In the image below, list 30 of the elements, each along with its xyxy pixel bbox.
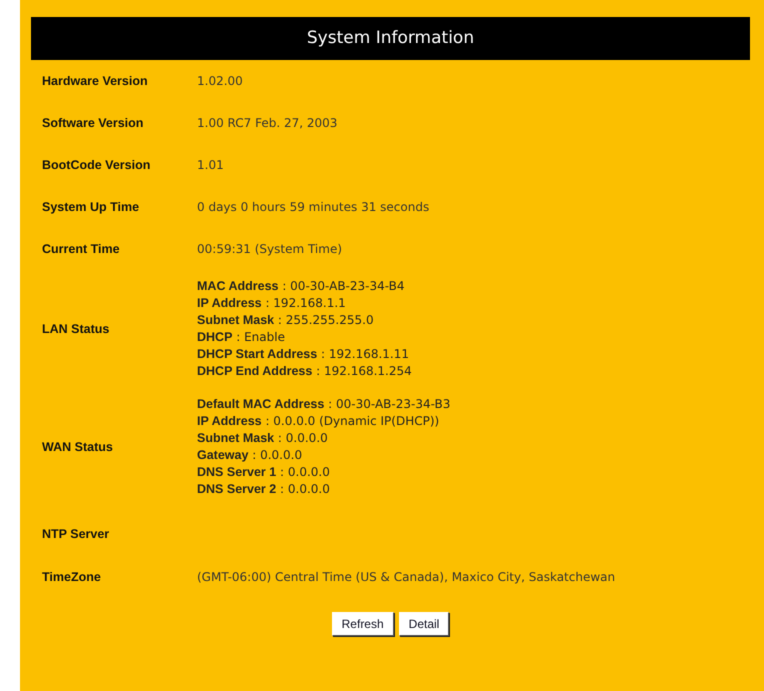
status-field: DHCP Start Address : 192.168.1.11 (197, 346, 412, 363)
row-label: Current Time (42, 242, 120, 256)
status-field: DHCP : Enable (197, 329, 412, 346)
row-label: Software Version (42, 116, 144, 130)
status-field: Gateway : 0.0.0.0 (197, 447, 450, 464)
row-value: 1.00 RC7 Feb. 27, 2003 (197, 115, 338, 132)
row-value: 0 days 0 hours 59 minutes 31 seconds (197, 199, 430, 216)
row-label: System Up Time (42, 200, 140, 214)
page-title: System Information (31, 17, 750, 60)
row-value: 1.02.00 (197, 73, 243, 90)
status-field: IP Address : 192.168.1.1 (197, 295, 412, 312)
row-value: 1.01 (197, 157, 224, 174)
row-label: BootCode Version (42, 158, 150, 172)
row-label: Hardware Version (42, 74, 148, 88)
status-field: DHCP End Address : 192.168.1.254 (197, 363, 412, 380)
status-field: Subnet Mask : 255.255.255.0 (197, 312, 412, 329)
status-field: IP Address : 0.0.0.0 (Dynamic IP(DHCP)) (197, 413, 450, 430)
status-field: MAC Address : 00-30-AB-23-34-B4 (197, 278, 412, 295)
status-field: DNS Server 1 : 0.0.0.0 (197, 464, 450, 481)
row-label: LAN Status (42, 322, 110, 336)
status-field: Default MAC Address : 00-30-AB-23-34-B3 (197, 396, 450, 413)
row-value: 00:59:31 (System Time) (197, 241, 342, 258)
action-button[interactable]: Detail (398, 612, 450, 636)
row-label: NTP Server (42, 527, 110, 541)
status-field: DNS Server 2 : 0.0.0.0 (197, 481, 450, 498)
row-label: TimeZone (42, 570, 101, 584)
action-button[interactable]: Refresh (332, 612, 394, 636)
row-value: (GMT-06:00) Central Time (US & Canada), Maxico City, Saskatchewan (197, 569, 616, 586)
row-label: WAN Status (42, 440, 113, 454)
status-field: Subnet Mask : 0.0.0.0 (197, 430, 450, 447)
